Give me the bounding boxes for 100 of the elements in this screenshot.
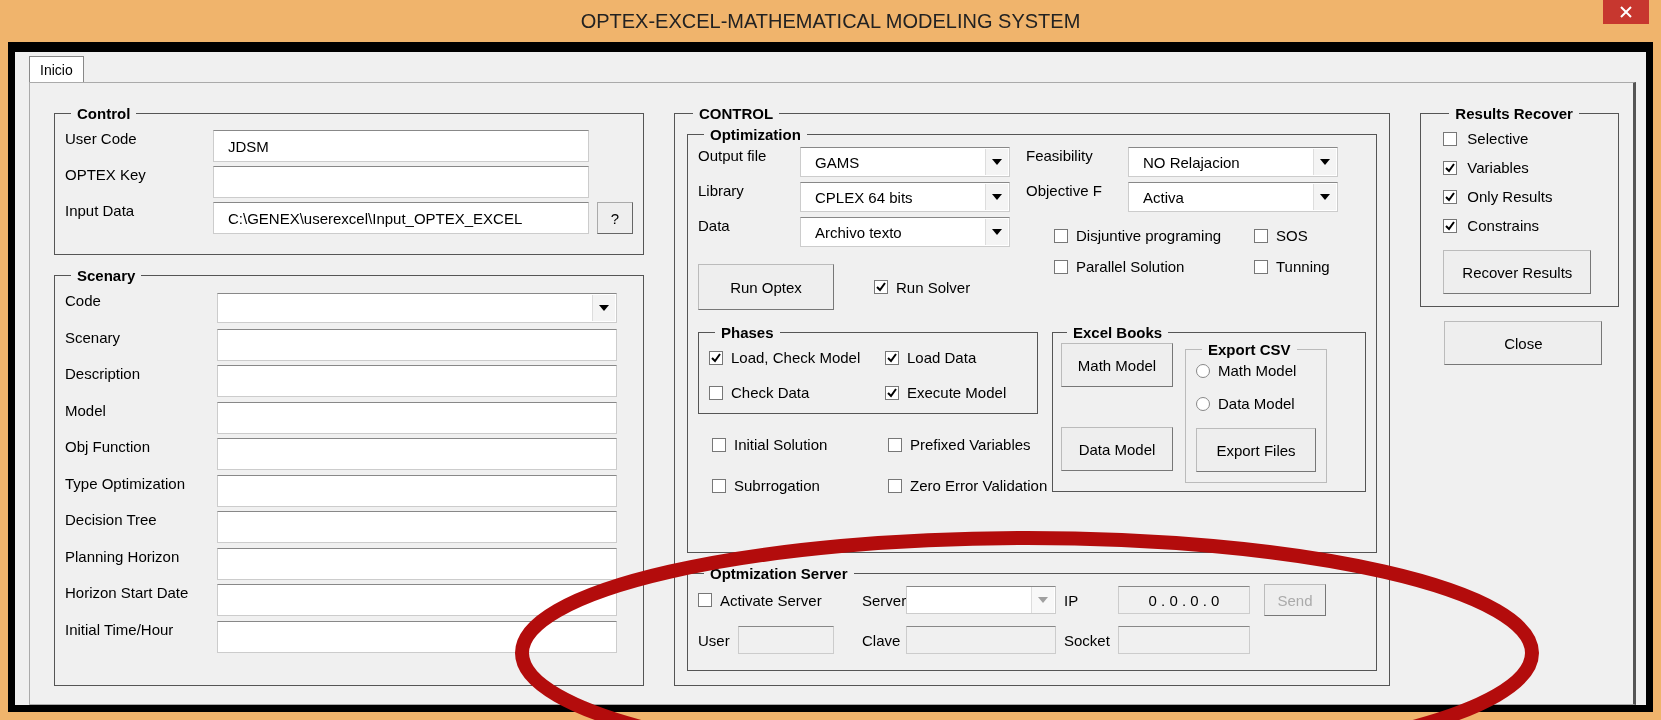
group-title: Phases [720, 324, 775, 341]
field-label: Socket [1063, 631, 1111, 649]
field-label: Server [861, 591, 906, 609]
checkbox-label: Load Data [907, 349, 977, 366]
checkbox[interactable] [1443, 189, 1458, 204]
checkbox[interactable] [874, 280, 888, 294]
text-field[interactable] [217, 584, 617, 617]
close-icon [1620, 6, 1632, 18]
checkbox[interactable] [1443, 131, 1458, 146]
group-title: CONTROL [698, 105, 775, 122]
text-field[interactable] [217, 511, 617, 544]
checkbox[interactable] [888, 437, 902, 452]
text-field[interactable] [217, 401, 617, 434]
field-label: Output file [698, 147, 768, 164]
text-field[interactable] [217, 547, 617, 580]
text-field[interactable]: C:\GENEX\userexcel\Input_OPTEX_EXCEL [213, 202, 589, 234]
field-label: Horizon Start Date [65, 583, 190, 601]
text-field[interactable] [906, 626, 1056, 654]
checkbox[interactable] [1254, 259, 1268, 274]
ip-field[interactable]: 0 . 0 . 0 . 0 [1118, 586, 1250, 614]
run-button[interactable]: Run Optex [698, 264, 834, 310]
checkbox[interactable] [709, 350, 723, 365]
field-label: Scenary [65, 327, 122, 346]
field-label: User [698, 631, 731, 649]
radio-label: Data Model [1218, 395, 1295, 412]
caret-icon [1038, 597, 1048, 603]
checkbox[interactable] [888, 478, 902, 493]
field-label: Input Data [65, 201, 136, 219]
checkbox-label: Load, Check Model [731, 349, 861, 366]
text-field[interactable] [217, 328, 617, 361]
checkbox[interactable] [712, 437, 726, 452]
checkbox[interactable] [1443, 160, 1458, 175]
window-title: OPTEX-EXCEL-MATHEMATICAL MODELING SYSTEM [580, 9, 1081, 33]
dropdown[interactable]: CPLEX 64 bits [800, 182, 1010, 212]
field-label: Obj Function [65, 437, 152, 455]
radio-button[interactable] [1196, 396, 1210, 411]
field-label: Type Optimization [65, 473, 187, 492]
field-label: IP [1063, 591, 1080, 609]
dropdown[interactable]: NO Relajacion [1128, 147, 1338, 177]
browse-button[interactable]: ? [597, 202, 633, 234]
dropdown[interactable] [906, 586, 1056, 614]
checkbox-label: Tunning [1276, 258, 1330, 275]
dropdown[interactable] [217, 293, 617, 324]
text-field[interactable] [217, 474, 617, 507]
excel-book-button[interactable]: Math Model [1061, 343, 1173, 387]
group-title: Control [76, 105, 132, 122]
group-title: Excel Books [1072, 324, 1164, 341]
field-label: Decision Tree [65, 510, 158, 528]
checkbox[interactable] [698, 593, 712, 607]
field-label: Data [698, 217, 731, 234]
close-button[interactable] [1603, 0, 1649, 24]
checkbox-label: Parallel Solution [1076, 258, 1185, 275]
checkbox-label: Run Solver [896, 278, 971, 296]
checkbox[interactable] [885, 385, 899, 400]
checkbox-label: Variables [1467, 159, 1529, 176]
checkbox[interactable] [712, 478, 726, 493]
text-field[interactable] [217, 365, 617, 398]
radio-button[interactable] [1196, 363, 1210, 378]
export-button[interactable]: Export Files [1196, 428, 1316, 472]
text-field[interactable] [1118, 626, 1250, 654]
checkbox[interactable] [1054, 259, 1068, 274]
text-field[interactable] [217, 438, 617, 471]
checkbox-label: Activate Server [720, 591, 822, 609]
field-label: Model [65, 400, 107, 419]
checkbox-label: Execute Model [907, 384, 1007, 401]
checkbox[interactable] [1254, 228, 1268, 243]
checkbox[interactable] [1443, 218, 1458, 233]
field-label: Clave [861, 631, 902, 649]
field-label: User Code [65, 129, 138, 147]
field-label: OPTEX Key [65, 165, 147, 183]
group-title: Optmization Server [709, 565, 849, 582]
field-label: Library [698, 182, 745, 199]
text-field[interactable]: JDSM [213, 130, 589, 162]
dropdown[interactable]: Activa [1128, 182, 1338, 212]
text-field[interactable] [737, 626, 834, 654]
caret-icon [599, 305, 609, 312]
text-field[interactable] [213, 166, 589, 198]
checkbox-label: Selective [1467, 130, 1529, 147]
close-button[interactable]: Close [1444, 321, 1603, 365]
caret-icon [992, 229, 1002, 235]
checkbox-label: Disjuntive programing [1076, 227, 1222, 244]
caret-icon [1320, 194, 1330, 200]
field-label: Description [65, 364, 142, 382]
text-field[interactable] [217, 620, 617, 653]
group-title: Results Recover [1454, 105, 1574, 122]
checkbox-label: Constrains [1467, 217, 1540, 234]
checkbox-label: Check Data [731, 384, 810, 401]
group-title: Optimization [709, 126, 802, 143]
tab[interactable]: Inicio [29, 56, 84, 82]
checkbox[interactable] [709, 385, 723, 400]
checkbox[interactable] [885, 350, 899, 365]
checkbox[interactable] [1054, 228, 1068, 243]
excel-book-button[interactable]: Data Model [1061, 427, 1173, 471]
radio-label: Math Model [1218, 362, 1297, 379]
recover-button[interactable]: Recover Results [1443, 250, 1592, 294]
dropdown[interactable]: GAMS [800, 147, 1010, 177]
field-label: Code [65, 291, 102, 309]
checkbox-label: Subrrogation [734, 477, 820, 494]
checkbox-label: Prefixed Variables [910, 436, 1031, 453]
dropdown[interactable]: Archivo texto [800, 217, 1010, 247]
